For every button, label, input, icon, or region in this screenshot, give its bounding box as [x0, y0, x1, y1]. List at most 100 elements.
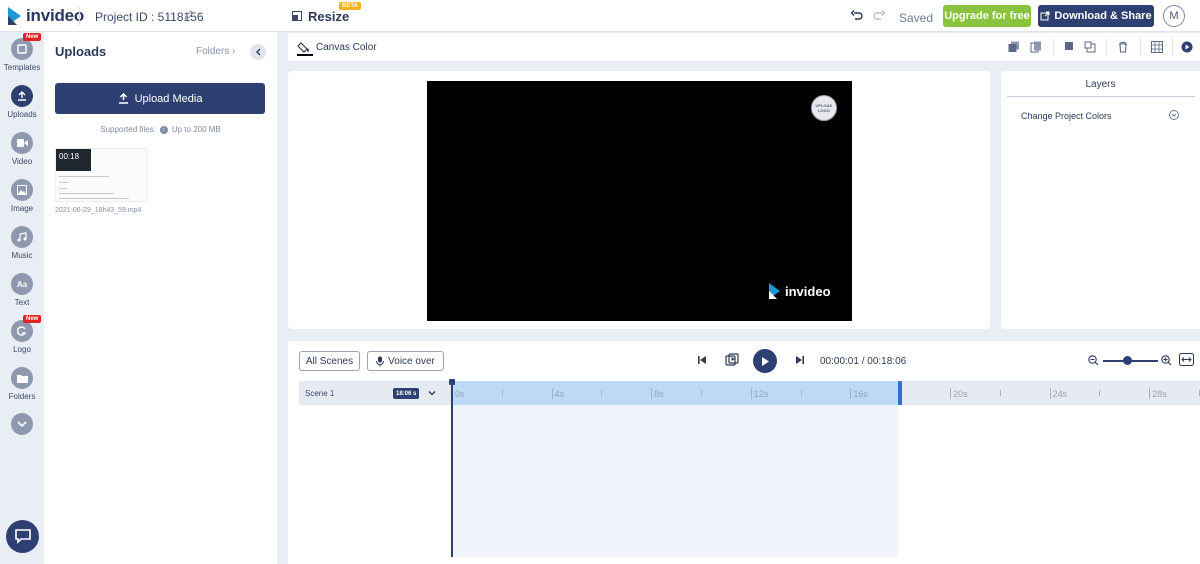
scene-duration-badge[interactable]: 18:06 s	[393, 388, 420, 399]
logo-icon	[11, 320, 33, 342]
total-time: 00:18:06	[867, 356, 907, 367]
sidebar-item-folders[interactable]: Folders	[0, 367, 44, 401]
trash-icon[interactable]	[1117, 41, 1129, 53]
invideo-logo[interactable]: invideo	[8, 6, 84, 26]
media-thumbnail[interactable]: 00:18	[55, 148, 148, 202]
ruler-tick-label: 0s	[455, 389, 465, 399]
grid-icon[interactable]	[1151, 41, 1163, 53]
ruler-tick-label: 12s	[753, 389, 769, 399]
music-icon	[11, 226, 33, 248]
text-icon-glyph: Aa	[16, 279, 28, 289]
fit-timeline-icon[interactable]	[1179, 353, 1194, 366]
paste-icon[interactable]	[1030, 41, 1042, 53]
thumb-line	[59, 182, 69, 183]
scene-selection[interactable]	[452, 381, 899, 405]
folders-link-label: Folders	[196, 46, 230, 57]
zoom-slider-handle[interactable]	[1123, 356, 1133, 365]
sidebar-more-button[interactable]	[0, 413, 44, 435]
resize-button[interactable]: Resize	[308, 9, 349, 24]
supported-value: Up to 200 MB	[171, 125, 221, 134]
download-share-button[interactable]: Download & Share	[1038, 5, 1154, 27]
canvas-toolbar: Canvas Color	[288, 33, 1200, 62]
upgrade-button-label: Upgrade for free	[944, 10, 1030, 22]
voice-over-button[interactable]: Voice over	[367, 351, 444, 371]
toolbar-divider	[1172, 38, 1173, 56]
top-bar: invideo Project ID : 5118156 Resize BETA…	[0, 0, 1200, 32]
scene-label[interactable]: Scene 1	[305, 389, 334, 398]
sidebar-item-uploads[interactable]: Uploads	[0, 85, 44, 119]
media-duration: 00:18	[59, 152, 80, 161]
ruler-minor-tick	[999, 390, 1001, 396]
zoom-out-icon[interactable]	[1088, 355, 1099, 366]
user-avatar[interactable]: M	[1163, 5, 1185, 27]
ruler-tick-mark	[850, 388, 852, 399]
send-backward-icon[interactable]	[1084, 41, 1096, 53]
collapse-panel-button[interactable]	[250, 44, 266, 60]
ruler-tick-label: 8s	[654, 389, 664, 399]
panel-title: Uploads	[55, 44, 107, 59]
thumb-line	[59, 176, 109, 177]
scene-ruler: Scene 1 18:06 s 0s 4s 8s 12s 16s 20s 24s 28s	[299, 381, 1200, 405]
sidebar-item-image[interactable]: Image	[0, 179, 44, 213]
templates-icon	[11, 38, 33, 60]
chevron-down-icon[interactable]	[1169, 110, 1179, 120]
scene-track[interactable]	[452, 405, 898, 557]
supported-files-note: Supported files: i Up to 200 MB	[44, 125, 277, 134]
paint-bucket-icon[interactable]	[297, 40, 313, 56]
bring-forward-icon[interactable]	[1064, 41, 1076, 53]
chat-button[interactable]	[6, 520, 39, 553]
timeline-panel: All Scenes Voice over 00:00:01 / 00:18:0…	[288, 341, 1200, 564]
zoom-in-icon[interactable]	[1161, 355, 1172, 366]
ruler-tick-label: 24s	[1052, 389, 1068, 399]
chevron-down-icon[interactable]	[427, 388, 437, 398]
sidebar-item-music[interactable]: Music	[0, 226, 44, 260]
download-share-label: Download & Share	[1054, 10, 1152, 22]
playhead[interactable]	[451, 381, 453, 557]
undo-icon[interactable]	[850, 9, 864, 23]
playhead-handle[interactable]	[449, 379, 455, 385]
supported-label: Supported files:	[100, 125, 156, 134]
sidebar-item-text[interactable]: Aa Text	[0, 273, 44, 307]
upgrade-button[interactable]: Upgrade for free	[943, 5, 1031, 27]
upload-icon	[11, 85, 33, 107]
thumb-line	[59, 198, 129, 199]
save-status: Saved	[899, 11, 934, 25]
play-button[interactable]	[753, 349, 777, 373]
toolbar-divider	[1106, 38, 1107, 56]
thumb-line	[59, 193, 114, 194]
voice-over-label: Voice over	[388, 355, 435, 367]
sidebar-item-logo[interactable]: New Logo	[0, 315, 44, 354]
upload-media-button[interactable]: Upload Media	[55, 83, 265, 114]
microphone-icon	[376, 356, 385, 366]
canvas-stage: UPLOAD LOGO invideo	[288, 71, 990, 329]
folders-link[interactable]: Folders ›	[196, 46, 235, 57]
skip-forward-icon[interactable]	[795, 355, 805, 365]
all-scenes-button[interactable]: All Scenes	[299, 351, 360, 371]
ruler-minor-tick	[501, 390, 503, 396]
layers-tab[interactable]: Layers	[1001, 79, 1200, 90]
video-canvas[interactable]: UPLOAD LOGO invideo	[427, 81, 852, 321]
change-project-colors[interactable]: Change Project Colors	[1021, 111, 1112, 121]
duplicate-icon[interactable]	[1008, 41, 1020, 53]
pencil-icon[interactable]	[183, 9, 195, 21]
info-icon[interactable]: i	[159, 125, 168, 134]
skip-back-icon[interactable]	[697, 355, 707, 365]
layers-divider	[1007, 96, 1195, 97]
ruler-tick-label: 16s	[853, 389, 868, 399]
sidebar-item-label: Templates	[3, 63, 41, 72]
scene-end-handle[interactable]	[898, 381, 902, 405]
preview-play-icon[interactable]	[1181, 41, 1193, 53]
canvas-color-button[interactable]: Canvas Color	[316, 42, 377, 53]
all-scenes-label: All Scenes	[305, 355, 354, 367]
redo-icon[interactable]	[872, 9, 886, 23]
share-icon	[1040, 11, 1050, 21]
logo-text: invideo	[26, 6, 85, 25]
ruler-minor-tick	[701, 390, 702, 396]
sidebar-item-label: Image	[10, 204, 34, 213]
resize-icon[interactable]	[292, 11, 302, 21]
loop-preview-icon[interactable]	[725, 353, 739, 367]
upload-logo-placeholder[interactable]: UPLOAD LOGO	[811, 95, 837, 121]
sidebar-item-video[interactable]: Video	[0, 132, 44, 166]
sidebar-item-templates[interactable]: New Templates	[0, 33, 44, 72]
ruler-tick-label: 28s	[1152, 389, 1167, 399]
